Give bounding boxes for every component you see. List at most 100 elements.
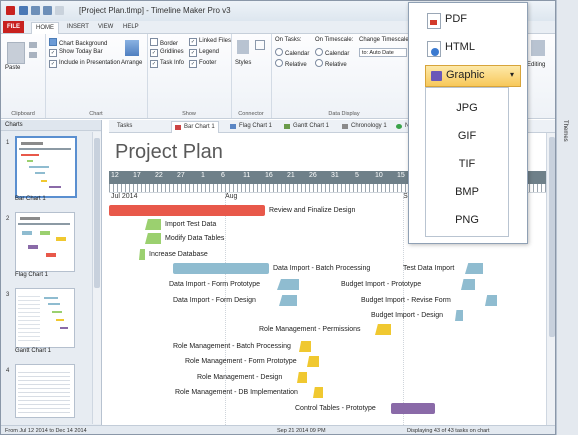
export-pdf-item[interactable]: PDF — [409, 9, 525, 31]
quick-access-dropdown-icon[interactable] — [55, 6, 64, 15]
tab-insert[interactable]: INSERT — [63, 22, 93, 33]
task-label[interactable]: Modify Data Tables — [165, 235, 224, 242]
task-bar[interactable] — [299, 341, 311, 352]
task-bar[interactable] — [145, 219, 161, 230]
styles-button[interactable]: Styles — [235, 60, 251, 66]
arrange-icon[interactable] — [125, 40, 139, 56]
task-bar[interactable] — [173, 263, 269, 274]
task-bar[interactable] — [313, 387, 323, 398]
cut-icon[interactable] — [29, 42, 37, 48]
format-bmp-item[interactable]: BMP — [426, 180, 508, 204]
undo-icon[interactable] — [31, 6, 40, 15]
export-graphic-button[interactable]: Graphic ▾ — [425, 65, 521, 87]
task-bar[interactable] — [461, 279, 475, 290]
chart-thumbnail-gantt[interactable] — [15, 288, 75, 348]
task-label[interactable]: Role Management - DB Implementation — [175, 389, 298, 396]
chart-thumbnail-bar[interactable] — [15, 136, 77, 198]
arrange-button[interactable]: Arrange — [121, 60, 142, 66]
task-bar[interactable] — [145, 233, 161, 244]
save-icon[interactable] — [19, 6, 28, 15]
task-label[interactable]: Role Management - Design — [197, 374, 282, 381]
task-bar[interactable] — [109, 205, 265, 216]
task-bar[interactable] — [375, 324, 391, 335]
tab-view[interactable]: VIEW — [94, 22, 117, 33]
paste-button[interactable]: Paste — [5, 65, 20, 71]
on-timescale-relative-radio[interactable]: Relative — [315, 59, 347, 68]
tab-help[interactable]: HELP — [119, 22, 143, 33]
editing-button[interactable]: Editing — [527, 62, 545, 68]
task-label[interactable]: Budget Import - Prototype — [341, 281, 421, 288]
include-in-presentation-checkbox[interactable]: ✓ Include in Presentation — [49, 60, 120, 68]
task-label[interactable]: Import Test Data — [165, 221, 216, 228]
styles-icon[interactable] — [237, 40, 249, 54]
footer-checkbox[interactable]: ✓ Footer — [189, 60, 216, 68]
gridlines-checkbox[interactable]: ✓ Gridlines — [150, 49, 184, 57]
charts-panel-scroll-thumb[interactable] — [94, 138, 100, 288]
tab-flag-chart[interactable]: Flag Chart 1 — [227, 121, 275, 132]
charts-panel-scrollbar[interactable] — [92, 132, 101, 424]
format-png-item[interactable]: PNG — [426, 208, 508, 232]
on-timescale-calendar-radio[interactable]: Calendar — [315, 48, 349, 57]
chart-thumb-label-3[interactable]: Gantt Chart 1 — [15, 348, 51, 354]
task-bar[interactable] — [455, 310, 463, 321]
task-bar[interactable] — [307, 356, 319, 367]
task-label[interactable]: Data Import - Form Design — [173, 297, 256, 304]
task-label[interactable]: Budget Import - Design — [371, 312, 443, 319]
task-label[interactable]: Control Tables - Prototype — [295, 405, 376, 412]
linked-files-checkbox[interactable]: ✓ Linked Files — [189, 38, 231, 46]
copy-icon[interactable] — [29, 52, 37, 58]
paste-icon[interactable] — [7, 42, 25, 64]
format-jpg-item[interactable]: JPG — [426, 96, 508, 120]
task-bar[interactable] — [297, 372, 307, 383]
task-label[interactable]: Increase Database — [149, 251, 208, 258]
tab-home[interactable]: HOME — [31, 22, 59, 34]
task-label[interactable]: Data Import - Form Prototype — [169, 281, 260, 288]
tab-tasks[interactable]: Tasks — [111, 121, 135, 132]
timescale-tick: 5 — [355, 172, 359, 179]
task-bar[interactable] — [139, 249, 145, 260]
task-label[interactable]: Role Management - Batch Processing — [173, 343, 291, 350]
chart-thumbnail-flag[interactable] — [15, 212, 75, 272]
chart-thumbnail-chronology[interactable] — [15, 364, 75, 418]
bar-chart-icon — [175, 125, 181, 130]
on-tasks-relative-radio[interactable]: Relative — [275, 59, 307, 68]
canvas-scrollbar[interactable] — [546, 133, 555, 425]
format-tif-item[interactable]: TIF — [426, 152, 508, 176]
redo-icon[interactable] — [43, 6, 52, 15]
timescale-select[interactable]: to: Auto Date — [359, 48, 407, 57]
status-cursor-date: Sep 21 2014 09 PM — [277, 428, 326, 434]
task-label[interactable]: Data Import - Batch Processing — [273, 265, 370, 272]
legend-checkbox[interactable]: ✓ Legend — [189, 49, 219, 57]
timescale-tick: 22 — [155, 172, 163, 179]
themes-panel-label[interactable]: Themes — [562, 120, 568, 142]
tab-bar-chart[interactable]: Bar Chart 1 — [171, 121, 219, 133]
task-label[interactable]: Budget Import - Revise Form — [361, 297, 451, 304]
task-label[interactable]: Role Management - Form Prototype — [185, 358, 297, 365]
tab-file[interactable]: FILE — [3, 21, 24, 33]
chart-thumb-label-2[interactable]: Flag Chart 1 — [15, 272, 48, 278]
task-label[interactable]: Review and Finalize Design — [269, 207, 355, 214]
task-bar[interactable] — [485, 295, 497, 306]
task-label[interactable]: Test Data Import — [403, 265, 454, 272]
show-today-bar-checkbox[interactable]: ✓ Show Today Bar — [49, 49, 103, 57]
export-graphic-label: Graphic — [446, 69, 485, 81]
canvas-scroll-thumb[interactable] — [549, 137, 555, 337]
tab-chronology[interactable]: Chronology 1 — [339, 121, 390, 132]
border-checkbox[interactable]: Border — [150, 38, 178, 47]
task-bar[interactable] — [391, 403, 435, 414]
connector-line-icon[interactable] — [255, 40, 265, 50]
task-bar[interactable] — [279, 295, 297, 306]
chart-background-button[interactable]: Chart Background — [49, 38, 107, 47]
task-bar[interactable] — [465, 263, 483, 274]
task-bar[interactable] — [277, 279, 299, 290]
format-gif-item[interactable]: GIF — [426, 124, 508, 148]
editing-icon[interactable] — [531, 40, 545, 56]
on-tasks-calendar-radio[interactable]: Calendar — [275, 48, 309, 57]
charts-panel: Charts 1 Bar Chart 1 2 Flag Chart 1 3 Ga… — [1, 120, 102, 425]
chart-thumb-label-1[interactable]: Bar Chart 1 — [15, 196, 46, 202]
flag-chart-icon — [230, 124, 236, 129]
export-html-item[interactable]: HTML — [409, 37, 525, 59]
task-info-checkbox[interactable]: ✓ Task Info — [150, 60, 184, 68]
task-label[interactable]: Role Management - Permissions — [259, 326, 361, 333]
tab-gantt-chart[interactable]: Gantt Chart 1 — [281, 121, 332, 132]
